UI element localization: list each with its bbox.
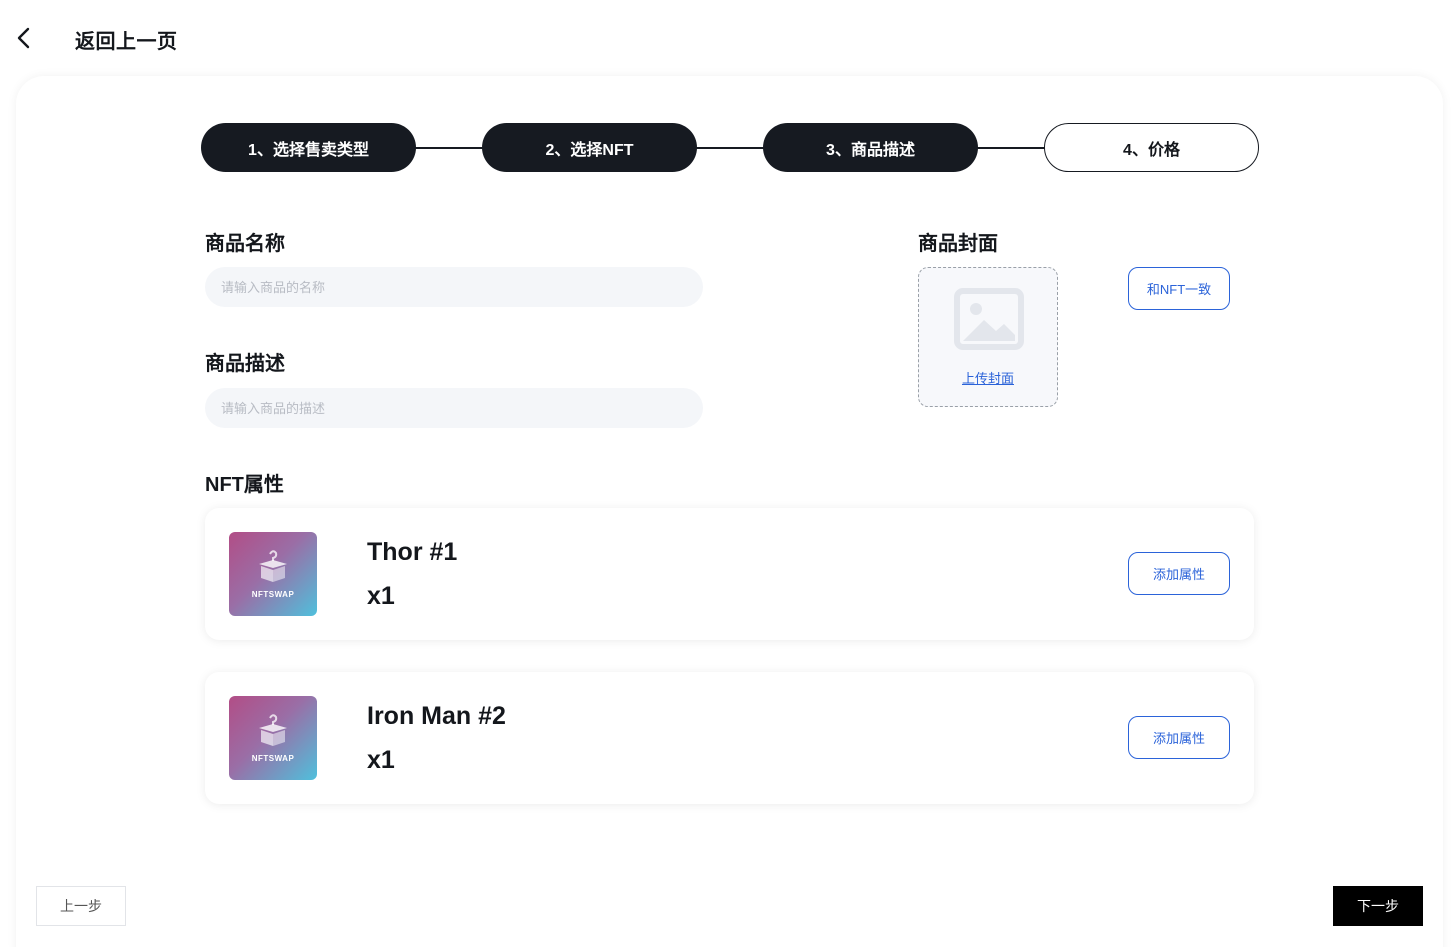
next-step-button[interactable]: 下一步 bbox=[1333, 886, 1423, 926]
nft-thumbnail: NFTSWAP bbox=[229, 696, 317, 780]
product-desc-input[interactable] bbox=[205, 388, 703, 428]
top-bar: 返回上一页 bbox=[0, 0, 1456, 76]
product-desc-label: 商品描述 bbox=[205, 353, 285, 375]
prev-step-button[interactable]: 上一步 bbox=[36, 886, 126, 926]
product-name-label: 商品名称 bbox=[205, 233, 285, 255]
add-attribute-button[interactable]: 添加属性 bbox=[1128, 716, 1230, 759]
step-connector bbox=[977, 147, 1045, 149]
nft-card: NFTSWAP Iron Man #2 x1 添加属性 bbox=[205, 672, 1254, 804]
same-as-nft-button[interactable]: 和NFT一致 bbox=[1128, 267, 1230, 310]
step-1[interactable]: 1、选择售卖类型 bbox=[201, 123, 416, 172]
nft-attributes-label: NFT属性 bbox=[205, 474, 284, 496]
nft-card: NFTSWAP Thor #1 x1 添加属性 bbox=[205, 508, 1254, 640]
box-icon bbox=[259, 714, 287, 746]
nft-name: Thor #1 bbox=[367, 538, 458, 566]
cover-upload-box[interactable]: 上传封面 bbox=[918, 267, 1058, 407]
product-cover-label: 商品封面 bbox=[918, 233, 998, 255]
nft-thumbnail: NFTSWAP bbox=[229, 532, 317, 616]
product-name-input[interactable] bbox=[205, 267, 703, 307]
nft-name: Iron Man #2 bbox=[367, 702, 506, 730]
step-connector bbox=[696, 147, 764, 149]
step-2[interactable]: 2、选择NFT bbox=[482, 123, 697, 172]
back-link[interactable]: 返回上一页 bbox=[75, 25, 178, 54]
step-connector bbox=[415, 147, 483, 149]
image-placeholder-icon bbox=[954, 288, 1024, 350]
add-attribute-button[interactable]: 添加属性 bbox=[1128, 552, 1230, 595]
nft-quantity: x1 bbox=[367, 582, 395, 610]
nft-brand-text: NFTSWAP bbox=[251, 590, 295, 599]
step-3[interactable]: 3、商品描述 bbox=[763, 123, 978, 172]
nft-brand-text: NFTSWAP bbox=[251, 754, 295, 763]
box-icon bbox=[259, 550, 287, 582]
step-4[interactable]: 4、价格 bbox=[1044, 123, 1259, 172]
upload-cover-link[interactable]: 上传封面 bbox=[919, 368, 1057, 387]
nft-quantity: x1 bbox=[367, 746, 395, 774]
chevron-left-icon[interactable] bbox=[10, 24, 38, 52]
